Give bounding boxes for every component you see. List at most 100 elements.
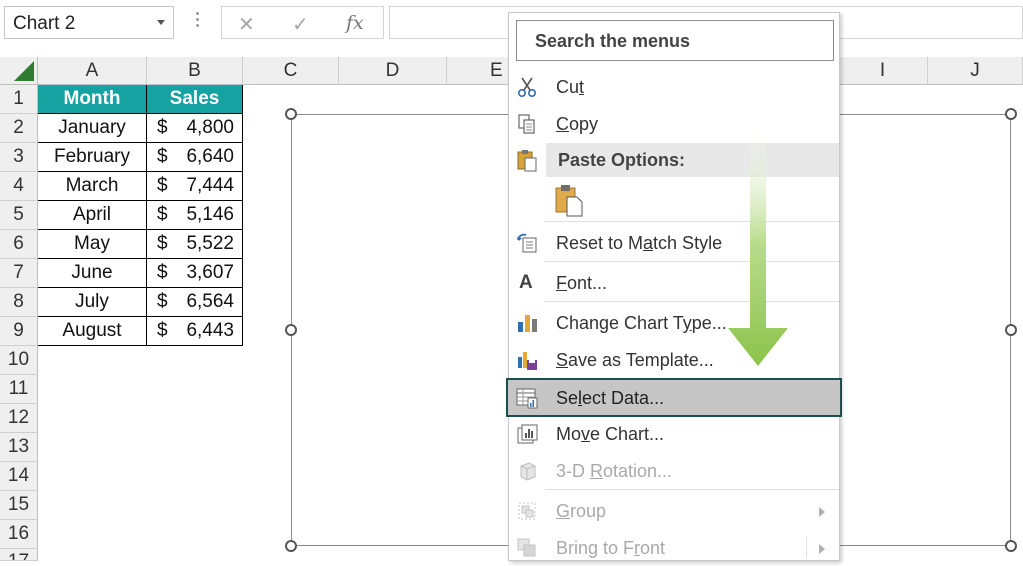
row-header[interactable]: 1 (0, 85, 38, 114)
month-cell[interactable]: July (38, 288, 147, 317)
scissors-icon (517, 77, 537, 98)
bring-front-icon (517, 538, 536, 557)
menu-item-move-chart[interactable]: Move Chart... (509, 416, 839, 452)
row-header[interactable]: 10 (0, 346, 38, 375)
name-box-value: Chart 2 (13, 13, 76, 34)
column-header-e[interactable]: E (447, 57, 509, 85)
search-menus-input[interactable]: Search the menus (516, 20, 834, 61)
currency-symbol: $ (157, 117, 168, 138)
column-header-b[interactable]: B (147, 57, 243, 85)
row-header[interactable]: 13 (0, 433, 38, 462)
sales-amount: 5,522 (186, 233, 234, 254)
select-data-icon (516, 388, 538, 409)
table-header-month[interactable]: Month (38, 85, 147, 114)
cube-icon (520, 462, 536, 481)
row-header[interactable]: 11 (0, 375, 38, 404)
sales-cell[interactable]: $5,522 (147, 230, 243, 259)
row-header[interactable]: 4 (0, 172, 38, 201)
currency-symbol: $ (157, 320, 168, 341)
row-header[interactable]: 9 (0, 317, 38, 346)
row-header[interactable]: 7 (0, 259, 38, 288)
sales-amount: 7,444 (186, 175, 234, 196)
sales-cell[interactable]: $6,443 (147, 317, 243, 346)
menu-item-label: Save as Template... (556, 350, 714, 370)
column-header-d[interactable]: D (339, 57, 447, 85)
resize-handle-bottom-left[interactable] (285, 540, 297, 552)
paste-keep-formatting-icon[interactable] (553, 183, 585, 217)
vertical-dots-icon[interactable] (196, 12, 199, 32)
row-header[interactable]: 12 (0, 404, 38, 433)
row-header[interactable]: 14 (0, 462, 38, 491)
formula-buttons: ✕ ✓ fx (221, 6, 384, 39)
search-placeholder: Search the menus (535, 31, 691, 51)
month-cell[interactable]: May (38, 230, 147, 259)
resize-handle-top-left[interactable] (285, 108, 297, 120)
sales-cell[interactable]: $7,444 (147, 172, 243, 201)
column-header-c[interactable]: C (243, 57, 339, 85)
menu-item-label: Move Chart... (556, 424, 665, 444)
row-header[interactable]: 3 (0, 143, 38, 172)
chevron-down-icon[interactable] (157, 20, 165, 25)
menu-item-label: Cut (556, 77, 585, 97)
copy-icon (518, 114, 535, 134)
select-all-corner[interactable] (0, 57, 38, 85)
menu-item-label: Copy (556, 114, 599, 134)
row-header[interactable]: 17 (0, 549, 38, 561)
menu-item-3d-rotation: 3-D Rotation... (509, 453, 839, 489)
month-cell[interactable]: June (38, 259, 147, 288)
annotation-arrow-icon (728, 120, 788, 366)
table-header-sales[interactable]: Sales (147, 85, 243, 114)
bar-chart-icon (518, 315, 537, 332)
resize-handle-middle-left[interactable] (285, 324, 297, 336)
menu-separator (545, 301, 839, 302)
column-header-a[interactable]: A (38, 57, 147, 85)
sales-amount: 6,443 (186, 320, 234, 341)
submenu-arrow-icon (819, 544, 825, 554)
insert-function-icon[interactable]: fx (346, 12, 364, 34)
row-header[interactable]: 6 (0, 230, 38, 259)
row-header[interactable]: 16 (0, 520, 38, 549)
sales-cell[interactable]: $5,146 (147, 201, 243, 230)
sales-cell[interactable]: $3,607 (147, 259, 243, 288)
paste-options-label: Paste Options: (558, 150, 686, 170)
column-header-i[interactable]: I (838, 57, 928, 85)
row-header[interactable]: 15 (0, 491, 38, 520)
month-cell[interactable]: February (38, 143, 147, 172)
column-header-j[interactable]: J (928, 57, 1023, 85)
sales-cell[interactable]: $6,640 (147, 143, 243, 172)
sales-amount: 6,640 (186, 146, 234, 167)
menu-separator (545, 221, 839, 222)
month-cell[interactable]: January (38, 114, 147, 143)
month-cell[interactable]: April (38, 201, 147, 230)
menu-item-select-data[interactable]: Select Data... (506, 378, 842, 417)
menu-item-label: Font... (556, 273, 608, 293)
row-header[interactable]: 2 (0, 114, 38, 143)
sales-amount: 6,564 (186, 291, 234, 312)
currency-symbol: $ (157, 204, 168, 225)
currency-symbol: $ (157, 291, 168, 312)
split-divider (806, 536, 807, 558)
resize-handle-top-right[interactable] (1005, 108, 1017, 120)
sales-cell[interactable]: $4,800 (147, 114, 243, 143)
name-box[interactable]: Chart 2 (4, 6, 174, 39)
sales-amount: 4,800 (186, 117, 234, 138)
save-template-icon (518, 352, 537, 370)
sales-cell[interactable]: $6,564 (147, 288, 243, 317)
cancel-icon[interactable]: ✕ (238, 12, 255, 37)
row-header[interactable]: 8 (0, 288, 38, 317)
font-icon: A (519, 272, 533, 293)
move-chart-icon (517, 424, 538, 444)
resize-handle-bottom-right[interactable] (1005, 540, 1017, 552)
enter-icon[interactable]: ✓ (292, 12, 309, 37)
paste-icon (517, 150, 537, 172)
month-cell[interactable]: March (38, 172, 147, 201)
menu-item-label: Select Data... (556, 388, 665, 408)
menu-item-label: 3-D Rotation... (556, 461, 673, 481)
select-all-triangle-icon (14, 61, 34, 81)
resize-handle-middle-right[interactable] (1005, 324, 1017, 336)
menu-item-cut[interactable]: Cut (509, 69, 839, 105)
currency-symbol: $ (157, 146, 168, 167)
group-icon (518, 502, 536, 520)
month-cell[interactable]: August (38, 317, 147, 346)
row-header[interactable]: 5 (0, 201, 38, 230)
